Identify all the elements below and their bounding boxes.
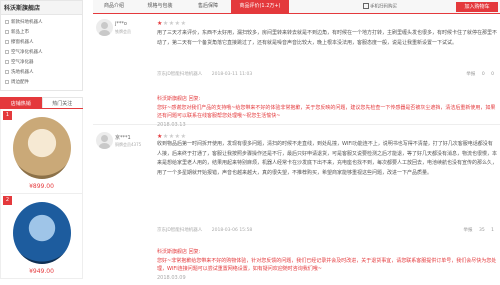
review-username: 京***1 bbox=[115, 135, 131, 141]
category-item[interactable]: 周边配件 bbox=[1, 77, 82, 87]
review-date: 2018-03-06 15:58 bbox=[211, 228, 253, 233]
store-sidebar: 科沃斯旗舰店 新款扫地机器人 新品上市 擦窗机器人 空气净化机器人 空气净化器 … bbox=[0, 0, 83, 285]
category-label: 新品上市 bbox=[11, 30, 29, 35]
star-rating: ★★★★★ bbox=[157, 20, 186, 27]
tab-intro[interactable]: 商品介绍 bbox=[93, 0, 135, 13]
member-level: 铜牌会员4375 bbox=[115, 142, 142, 147]
robot-vacuum-image[interactable] bbox=[13, 202, 71, 264]
checkbox-icon[interactable] bbox=[5, 20, 9, 24]
category-label: 洗地机器人 bbox=[11, 70, 34, 75]
avatar bbox=[96, 132, 113, 149]
tab-reviews[interactable]: 商品评价(1.2万+) bbox=[231, 0, 289, 13]
ranked-product[interactable]: 1 ¥899.00 bbox=[0, 109, 83, 194]
review-item: 京***1 铜牌会员4375 ★★★★★ 收到物品后第一时间拆开使用，发现有很多… bbox=[93, 128, 500, 285]
product-price: ¥949.00 bbox=[29, 268, 54, 275]
report-link[interactable]: 举报 bbox=[464, 228, 473, 233]
review-actions: 举报 0 0 bbox=[461, 71, 494, 77]
star-rating: ★★★★★ bbox=[157, 133, 186, 140]
shop-reply: 科沃斯旗舰店 回复: 您好~非常抱歉给您带来不好的购物体验，针对您反馈的问题，我… bbox=[157, 248, 497, 282]
category-label: 新款扫地机器人 bbox=[11, 20, 43, 25]
detail-tabbar: 商品介绍 规格与包装 售后保障 商品评价(1.2万+) 手机扫码购买 加入购物车 bbox=[93, 0, 500, 14]
member-level: 铁牌会员 bbox=[115, 29, 131, 34]
checkbox-icon[interactable] bbox=[5, 40, 9, 44]
rank-badge: 2 bbox=[3, 196, 12, 205]
product-price: ¥899.00 bbox=[29, 183, 54, 190]
qr-code-icon bbox=[363, 3, 369, 9]
reply-text: 您好~感谢您对我们产品的支持哦~给您带来不好的体验非常抱歉，关于您反映的问题，建… bbox=[157, 104, 496, 120]
reply-heading: 科沃斯旗舰店 回复: bbox=[157, 96, 201, 102]
category-item[interactable]: 新品上市 bbox=[1, 27, 82, 37]
checkbox-icon[interactable] bbox=[5, 60, 9, 64]
avatar bbox=[96, 19, 113, 36]
comment-count[interactable]: 1 bbox=[491, 228, 494, 233]
review-text: 用了三天才来评价，东西不太好用，漏扫较多，房间里转来转去就是不到边角，有时候在一… bbox=[157, 30, 497, 46]
product-name: 京东JD智能扫地机器人 bbox=[157, 72, 203, 77]
add-to-cart-button[interactable]: 加入购物车 bbox=[456, 2, 498, 12]
category-label: 擦窗机器人 bbox=[11, 40, 34, 45]
category-item[interactable]: 洗地机器人 bbox=[1, 67, 82, 77]
shop-reply: 科沃斯旗舰店 回复: 您好~感谢您对我们产品的支持哦~给您带来不好的体验非常抱歉… bbox=[157, 95, 497, 129]
shop-title[interactable]: 科沃斯旗舰店 bbox=[0, 0, 83, 15]
main-content: 商品介绍 规格与包装 售后保障 商品评价(1.2万+) 手机扫码购买 加入购物车… bbox=[93, 0, 500, 285]
tab-after-sales[interactable]: 售后保障 bbox=[185, 0, 231, 13]
category-label: 空气净化器 bbox=[11, 60, 34, 65]
star-icon: ★ bbox=[180, 133, 187, 140]
checkbox-icon[interactable] bbox=[5, 50, 9, 54]
tab-spec[interactable]: 规格与包装 bbox=[135, 0, 185, 13]
reply-date: 2018.03.09 bbox=[157, 274, 186, 281]
reply-heading: 科沃斯旗舰店 回复: bbox=[157, 249, 201, 255]
review-item: j***o 铁牌会员 ★★★★★ 用了三天才来评价，东西不太好用，漏扫较多，房间… bbox=[93, 15, 500, 128]
like-count[interactable]: 35 bbox=[479, 228, 485, 233]
rank-tabs: 店铺热销 热门关注 bbox=[0, 97, 83, 109]
qr-label: 手机扫码购买 bbox=[370, 4, 397, 10]
tab-hot-follow[interactable]: 热门关注 bbox=[41, 97, 83, 108]
review-text: 收到物品后第一时间拆开使用，发现有很多问题，清扫的时候不走直线，到处乱撞，WIF… bbox=[157, 141, 497, 176]
category-label: 周边配件 bbox=[11, 80, 29, 85]
checkbox-icon[interactable] bbox=[5, 80, 9, 84]
category-item[interactable]: 空气净化机器人 bbox=[1, 47, 82, 57]
category-list: 新款扫地机器人 新品上市 擦窗机器人 空气净化机器人 空气净化器 洗地机器人 周… bbox=[0, 15, 83, 91]
category-item[interactable]: 新款扫地机器人 bbox=[1, 17, 82, 27]
checkbox-icon[interactable] bbox=[5, 30, 9, 34]
like-count[interactable]: 0 bbox=[482, 72, 485, 77]
review-meta: 京东JD智能扫地机器人 2018-03-06 15:58 bbox=[157, 227, 260, 233]
tab-shop-hot[interactable]: 店铺热销 bbox=[0, 97, 42, 108]
checkbox-icon[interactable] bbox=[5, 70, 9, 74]
category-item[interactable]: 擦窗机器人 bbox=[1, 37, 82, 47]
category-label: 空气净化机器人 bbox=[11, 50, 43, 55]
comment-count[interactable]: 0 bbox=[491, 72, 494, 77]
qr-buy[interactable]: 手机扫码购买 bbox=[363, 3, 397, 10]
product-name: 京东JD智能扫地机器人 bbox=[157, 228, 203, 233]
reply-text: 您好~非常抱歉给您带来不好的购物体验，针对您反馈的问题，我们已经记录并会及时改进… bbox=[157, 257, 497, 273]
review-date: 2018-03-11 11:03 bbox=[211, 72, 253, 77]
rank-badge: 1 bbox=[3, 111, 12, 120]
ranked-product[interactable]: 2 ¥949.00 bbox=[0, 194, 83, 279]
robot-vacuum-image[interactable] bbox=[13, 117, 71, 179]
review-username: j***o bbox=[115, 21, 127, 27]
review-actions: 举报 35 1 bbox=[459, 227, 494, 233]
review-meta: 京东JD智能扫地机器人 2018-03-11 11:03 bbox=[157, 71, 260, 77]
star-icon: ★ bbox=[180, 20, 187, 27]
category-item[interactable]: 空气净化器 bbox=[1, 57, 82, 67]
report-link[interactable]: 举报 bbox=[466, 72, 475, 77]
